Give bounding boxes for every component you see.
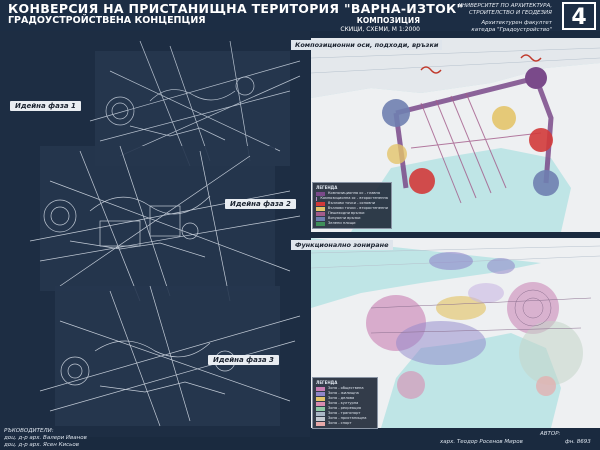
legend-item: Зелени площи (316, 221, 388, 226)
sheet-number: 4 (562, 2, 596, 30)
legend-swatch (316, 221, 325, 226)
legend-label: Зелени площи (328, 221, 356, 225)
author-name: харх. Теодор Росенов Миров (440, 439, 523, 445)
supervisor-2: доц. д-р арх. Ясен Кисьов (4, 442, 79, 448)
legend-swatch (316, 191, 325, 196)
legend-bottom: ЛЕГЕНДА Зона - обществена Зона - жилищна… (312, 377, 378, 429)
legend-swatch (316, 421, 325, 426)
page-subtitle: ГРАДОУСТРОЙСТВЕНА КОНЦЕПЦИЯ (8, 15, 206, 26)
legend-swatch (316, 201, 325, 206)
composition-map-title: Композиционни оси, подходи, връзки (291, 40, 443, 50)
legend-swatch (316, 416, 325, 421)
legend-swatch (316, 396, 325, 401)
phase-2-label: Идейна фаза 2 (225, 199, 296, 209)
legend-swatch (316, 406, 325, 411)
page-title: КОНВЕРСИЯ НА ПРИСТАНИЩНА ТЕРИТОРИЯ "ВАРН… (8, 1, 464, 16)
legend-swatch (316, 216, 325, 221)
legend-swatch (316, 411, 325, 416)
legend-swatch (316, 211, 325, 216)
legend-swatch (316, 401, 325, 406)
faculty-number: фн. 8693 (565, 439, 591, 445)
supervisor-1: доц. д-р арх. Валери Иванов (4, 435, 87, 441)
concept-sketches (0, 31, 310, 437)
legend-top-title: ЛЕГЕНДА (316, 185, 338, 190)
composition-title: КОМПОЗИЦИЯ (356, 16, 420, 25)
phase-3-label: Идейна фаза 3 (208, 355, 279, 365)
legend-swatch (316, 386, 325, 391)
sketch-phase-2 (29, 145, 301, 302)
legend-bottom-title: ЛЕГЕНДА (316, 380, 338, 385)
supervisors-block: РЪКОВОДИТЕЛИ: доц. д-р арх. Валери Ивано… (4, 428, 87, 449)
legend-top: ЛЕГЕНДА Композиционна ос - главна Композ… (312, 182, 392, 229)
phase-1-label: Идейна фаза 1 (10, 101, 81, 111)
zoning-map-title: Функционално зониране (291, 240, 393, 250)
legend-item: Зона - спорт (316, 421, 374, 426)
legend-swatch (316, 196, 318, 201)
university-block: УНИВЕРСИТЕТ ПО АРХИТЕКТУРА, СТРОИТЕЛСТВО… (458, 3, 552, 34)
legend-swatch (316, 206, 325, 211)
legend-label: Зона - спорт (328, 421, 352, 425)
faculty-line-1: Архитектурен факултет (481, 20, 552, 26)
author-label: АВТОР: (540, 431, 561, 437)
university-line-1: УНИВЕРСИТЕТ ПО АРХИТЕКТУРА, (458, 3, 552, 9)
legend-swatch (316, 391, 325, 396)
faculty-line-2: катедра "Градоустройство" (471, 27, 552, 33)
supervisors-label: РЪКОВОДИТЕЛИ: (4, 428, 54, 434)
university-line-2: СТРОИТЕЛСТВО И ГЕОДЕЗИЯ (469, 10, 552, 16)
composition-scale: СКИЦИ, СХЕМИ, М 1:2000 (340, 26, 420, 33)
